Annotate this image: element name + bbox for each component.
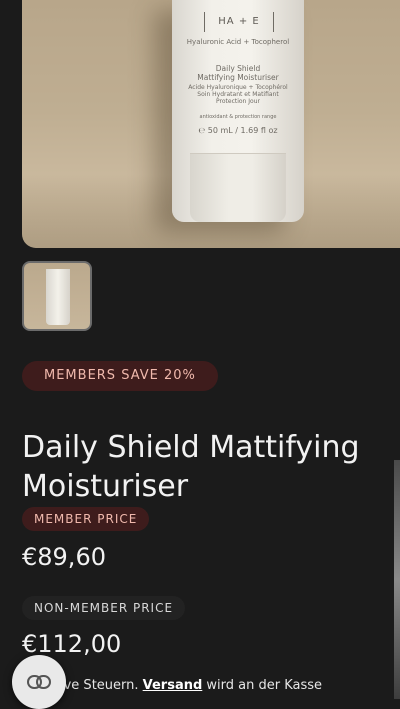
tube-fr-2: Soin Hydratant et Matifiant bbox=[197, 91, 279, 98]
tube-ingredients: Hyaluronic Acid + Tocopherol bbox=[186, 38, 290, 46]
product-image[interactable]: HA + E Hyaluronic Acid + Tocopherol Dail… bbox=[22, 0, 400, 248]
tax-shipping-note: ive Steuern. Versand wird an der Kasse bbox=[60, 678, 400, 693]
product-title: Daily Shield Mattifying Moisturiser bbox=[22, 430, 360, 505]
members-save-badge: MEMBERS SAVE 20% bbox=[22, 361, 218, 391]
floating-link-button[interactable] bbox=[12, 655, 66, 709]
tube-name-2: Mattifying Moisturiser bbox=[197, 73, 279, 82]
tube-cap bbox=[190, 153, 286, 222]
shipping-link[interactable]: Versand bbox=[143, 678, 203, 693]
note-prefix: ive Steuern. bbox=[60, 678, 143, 693]
side-edge-decoration bbox=[394, 460, 400, 699]
brand-logo: HA + E bbox=[204, 12, 274, 32]
member-price: €89,60 bbox=[22, 543, 106, 571]
tube-name-1: Daily Shield bbox=[215, 64, 261, 73]
non-member-price: €112,00 bbox=[22, 630, 122, 658]
note-suffix: wird an der Kasse bbox=[202, 678, 323, 693]
product-tube: HA + E Hyaluronic Acid + Tocopherol Dail… bbox=[172, 0, 304, 222]
link-icon bbox=[27, 675, 51, 689]
non-member-price-label: NON-MEMBER PRICE bbox=[22, 596, 186, 620]
tube-fr-1: Acide Hyaluronique + Tocophérol bbox=[188, 84, 288, 91]
thumbnail-1[interactable] bbox=[22, 261, 92, 331]
member-price-label: MEMBER PRICE bbox=[22, 507, 150, 531]
tube-fr-3: Protection Jour bbox=[216, 98, 260, 105]
tube-tagline: antioxidant & protection range bbox=[199, 114, 277, 120]
thumbnail-tube bbox=[46, 269, 70, 325]
tube-volume: ℮ 50 mL / 1.69 fl oz bbox=[198, 126, 278, 135]
